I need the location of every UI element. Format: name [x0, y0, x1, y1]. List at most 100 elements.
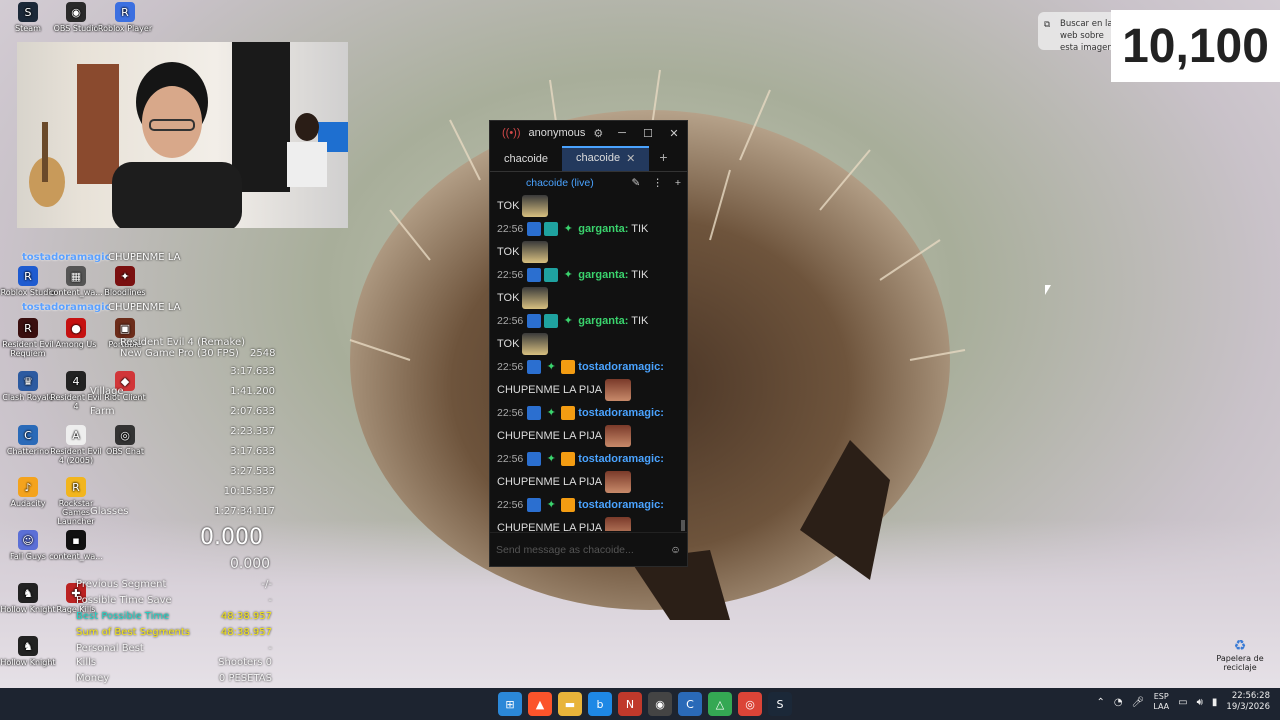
netflix-icon[interactable]: N: [618, 692, 642, 716]
chat-message[interactable]: 22:56 ✦ garganta: TIK: [497, 218, 682, 241]
chat-message[interactable]: 22:56 ✦ tostadoramagic:: [497, 356, 682, 379]
chat-message-input[interactable]: [496, 543, 666, 556]
face-emote-icon[interactable]: [604, 471, 631, 494]
message-username[interactable]: garganta:: [578, 315, 628, 327]
app-icon: ✦: [115, 266, 135, 286]
chat-message[interactable]: 22:56 ✦ tostadoramagic:: [497, 402, 682, 425]
face-emote-icon[interactable]: [604, 379, 631, 402]
face-emote-icon[interactable]: [604, 517, 631, 531]
desktop-icon[interactable]: ● Among Us: [48, 318, 104, 349]
desktop-icon[interactable]: ◎ OBS Chat: [97, 425, 153, 456]
desktop-icon[interactable]: R Roblox Player: [97, 2, 153, 33]
drive-icon[interactable]: △: [708, 692, 732, 716]
microphone-icon[interactable]: 🎤︎: [1132, 697, 1145, 708]
chatterino-icon[interactable]: C: [678, 692, 702, 716]
chat-message[interactable]: CHUPENME LA PIJA: [497, 517, 682, 531]
clock[interactable]: 22:56:28 19/3/2026: [1226, 691, 1270, 713]
close-button[interactable]: ✕: [661, 127, 687, 140]
emoji-icon[interactable]: ☺: [670, 544, 681, 556]
chat-scrollbar[interactable]: [681, 195, 685, 531]
display-icon[interactable]: ▭: [1178, 697, 1187, 708]
moderation-icon[interactable]: ✎: [632, 177, 641, 189]
desktop-icon[interactable]: ✦ Bloodlines: [97, 266, 153, 297]
chat-message[interactable]: 22:56 ✦ garganta: TIK: [497, 264, 682, 287]
chat-message[interactable]: TOK: [497, 195, 682, 218]
desktop-icon[interactable]: R Rockstar Games Launcher: [48, 477, 104, 526]
chat-message[interactable]: CHUPENME LA PIJA: [497, 425, 682, 448]
recycle-bin-label: Papelera de reciclaje: [1216, 654, 1264, 672]
more-options-icon[interactable]: ⋮: [652, 177, 663, 189]
face-emote-icon[interactable]: [604, 425, 631, 448]
tab-label: chacoide: [576, 152, 621, 164]
desktop-icon[interactable]: A Resident Evil 4 (2005): [48, 425, 104, 465]
chat-message[interactable]: 22:56 ✦ garganta: TIK: [497, 310, 682, 333]
message-username[interactable]: tostadoramagic:: [578, 499, 664, 511]
obs-icon[interactable]: ◉: [648, 692, 672, 716]
desktop-icon[interactable]: ▦ content_wa...: [48, 266, 104, 297]
minimize-button[interactable]: ─: [609, 127, 635, 140]
chatterino-window[interactable]: ((•)) anonymous ⚙ ─ ☐ ✕ chacoide chacoid…: [489, 120, 688, 567]
message-text: CHUPENME LA PIJA: [497, 430, 605, 442]
gear-icon[interactable]: ⚙: [593, 127, 603, 140]
bing-icon[interactable]: b: [588, 692, 612, 716]
message-username[interactable]: garganta:: [578, 269, 628, 281]
clock-date: 19/3/2026: [1226, 702, 1270, 712]
chat-message[interactable]: 22:56 ✦ tostadoramagic:: [497, 494, 682, 517]
sparkle-badge-icon: ✦: [563, 315, 573, 328]
explorer-icon[interactable]: ▬: [558, 692, 582, 716]
chat-message[interactable]: CHUPENME LA PIJA: [497, 471, 682, 494]
chat-message[interactable]: TOK: [497, 287, 682, 310]
brave-icon[interactable]: ▲: [528, 692, 552, 716]
message-username[interactable]: tostadoramagic:: [578, 361, 664, 373]
message-username[interactable]: tostadoramagic:: [578, 407, 664, 419]
maximize-button[interactable]: ☐: [635, 127, 661, 140]
recycle-bin[interactable]: ♻ Papelera de reciclaje: [1212, 638, 1268, 672]
desktop-icon-label: OBS Studio: [53, 24, 99, 33]
chat-message[interactable]: 22:56 ✦ tostadoramagic:: [497, 448, 682, 471]
webcam-feed: [17, 42, 348, 228]
system-tray: ⌃ ◔ 🎤︎ ESP LAA ▭ 🔊︎ ▮ 22:56:28 19/3/2026: [1096, 691, 1270, 713]
chat-message[interactable]: CHUPENME LA PIJA: [497, 379, 682, 402]
chat-message[interactable]: TOK: [497, 333, 682, 356]
cat-emote-icon[interactable]: [522, 195, 549, 218]
cat-emote-icon[interactable]: [522, 241, 549, 264]
sparkle-badge-icon: ✦: [563, 269, 573, 282]
splits-category: New Game Pro (30 FPS): [120, 348, 239, 359]
add-split-icon[interactable]: +: [675, 177, 681, 189]
message-username[interactable]: tostadoramagic:: [578, 453, 664, 465]
steam-icon[interactable]: S: [768, 692, 792, 716]
moderator-badge-icon: [527, 406, 542, 421]
message-username[interactable]: garganta:: [578, 223, 628, 235]
message-text: TOK: [497, 292, 523, 304]
close-tab-icon[interactable]: ✕: [626, 152, 635, 165]
cat-emote-icon[interactable]: [522, 333, 549, 356]
chevron-up-icon[interactable]: ⌃: [1096, 697, 1104, 708]
start-icon[interactable]: ⊞: [498, 692, 522, 716]
stat-label: Previous Segment: [76, 579, 167, 590]
app-icon: R: [115, 2, 135, 22]
message-text: TOK: [497, 246, 523, 258]
desktop-icon[interactable]: ◉ OBS Studio: [48, 2, 104, 33]
moderator-badge-icon: [527, 314, 542, 329]
chrome-icon[interactable]: ◎: [738, 692, 762, 716]
stat-label: Possible Time Save: [76, 595, 172, 606]
splits-attempts: 2548: [250, 348, 276, 359]
add-tab-button[interactable]: +: [659, 149, 667, 171]
language-top: ESP: [1153, 692, 1169, 701]
desktop-icon[interactable]: ▪ content_wa...: [48, 530, 104, 561]
chat-message[interactable]: TOK: [497, 241, 682, 264]
chat-titlebar[interactable]: ((•)) anonymous ⚙ ─ ☐ ✕: [490, 121, 687, 145]
message-timestamp: 22:56: [497, 223, 524, 235]
tab-chacoide-active[interactable]: chacoide ✕: [562, 146, 650, 171]
language-indicator[interactable]: ESP LAA: [1153, 692, 1169, 712]
tab-chacoide[interactable]: chacoide: [490, 149, 562, 171]
moderator-badge-icon: [527, 452, 542, 467]
split-time: 2:23.337: [230, 426, 275, 437]
visual-search-popup[interactable]: ⧉ Buscar en la web sobre esta imagen: [1038, 12, 1118, 53]
network-icon[interactable]: ◔: [1114, 697, 1123, 708]
volume-icon[interactable]: 🔊︎: [1197, 697, 1203, 708]
cat-emote-icon[interactable]: [522, 287, 549, 310]
split-time: 3:27.533: [230, 466, 275, 477]
battery-icon[interactable]: ▮: [1212, 697, 1218, 708]
desktop-icon[interactable]: ♞ Hollow Knight: [0, 636, 56, 667]
